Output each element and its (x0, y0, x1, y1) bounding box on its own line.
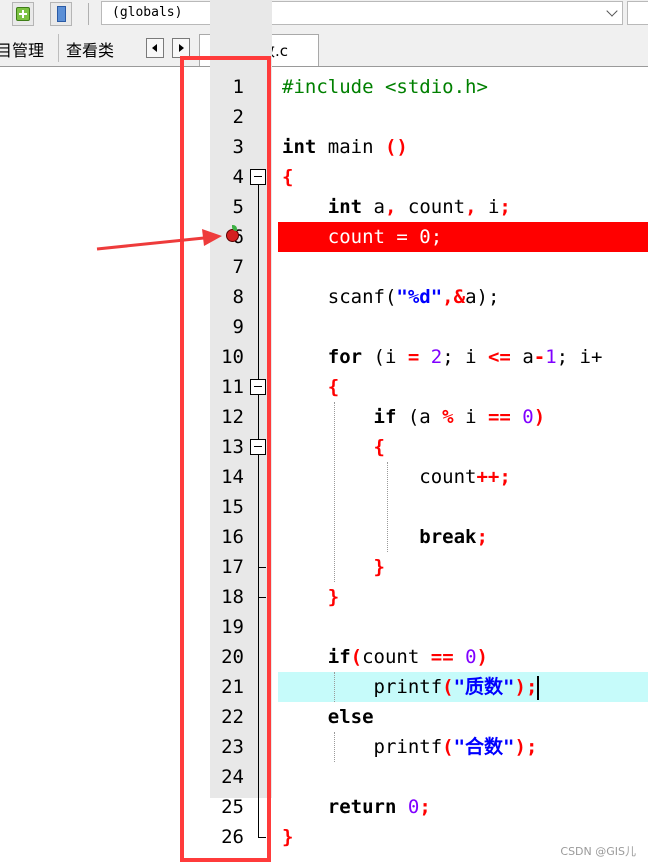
watermark: CSDN @GIS儿 (560, 845, 636, 858)
annotation-arrow-icon (96, 229, 222, 251)
